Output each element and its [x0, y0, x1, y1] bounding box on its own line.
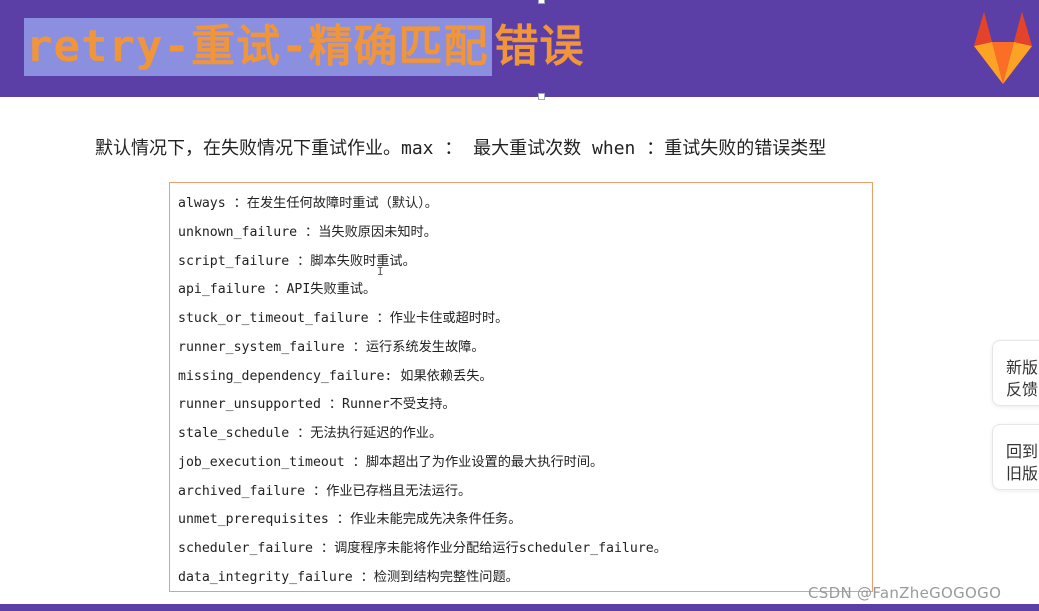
slide-title[interactable]: retry-重试-精确匹配 错误: [24, 18, 584, 76]
csdn-watermark: CSDN @FanZheGOGOGO: [808, 584, 1002, 602]
list-item: runner_unsupported ：Runner不受支持。: [178, 397, 456, 413]
back-to-old-version-button[interactable]: 回到 旧版: [992, 424, 1039, 490]
list-item: job_execution_timeout ：脚本超出了为作业设置的最大执行时间…: [178, 454, 604, 470]
new-version-label-line1: 新版: [1006, 358, 1039, 377]
list-item: runner_system_failure ：运行系统发生故障。: [178, 339, 485, 355]
list-item: stuck_or_timeout_failure ：作业卡住或超时时。: [178, 311, 509, 326]
list-item: data_integrity_failure ：检测到结构完整性问题。: [178, 569, 519, 585]
old-version-label-line1: 回到: [1006, 442, 1039, 461]
title-selection-highlight: retry-重试-精确匹配: [24, 18, 493, 76]
selection-handle-top[interactable]: [538, 0, 545, 4]
slide-bottom-bar: [0, 604, 1039, 611]
retry-options-list: always ：在发生任何故障时重试（默认）。 unknown_failure …: [178, 193, 667, 596]
list-item: scheduler_failure ：调度程序未能将作业分配给运行schedul…: [178, 541, 667, 556]
list-item: unknown_failure ：当失败原因未知时。: [178, 224, 437, 240]
text-cursor-icon: I: [377, 265, 384, 278]
slide-header: retry-重试-精确匹配 错误: [0, 0, 1039, 100]
list-item: stale_schedule ：无法执行延迟的作业。: [178, 426, 443, 441]
new-version-label-line2: 反馈: [1006, 380, 1039, 399]
intro-text: 默认情况下，在失败情况下重试作业。max ： 最大重试次数 when ：重试失败…: [95, 138, 827, 159]
list-item: script_failure ：脚本失败时重试。: [178, 253, 416, 269]
list-item: unmet_prerequisites ：作业未能完成先决条件任务。: [178, 512, 522, 528]
list-item: always ：在发生任何故障时重试（默认）。: [178, 196, 438, 211]
list-item: api_failure ：API失败重试。: [178, 282, 377, 298]
title-highlighted-text: retry-重试-精确匹配: [26, 21, 489, 72]
title-rest-text: 错误: [494, 21, 585, 72]
gitlab-fox-icon: [974, 12, 1032, 84]
new-version-feedback-button[interactable]: 新版 反馈: [992, 340, 1039, 406]
old-version-label-line2: 旧版: [1006, 464, 1039, 483]
selection-handle-bottom[interactable]: [538, 93, 545, 100]
retry-options-box: always ：在发生任何故障时重试（默认）。 unknown_failure …: [169, 182, 873, 592]
list-item: missing_dependency_failure: 如果依赖丢失。: [178, 368, 493, 384]
list-item: archived_failure ：作业已存档且无法运行。: [178, 483, 472, 499]
